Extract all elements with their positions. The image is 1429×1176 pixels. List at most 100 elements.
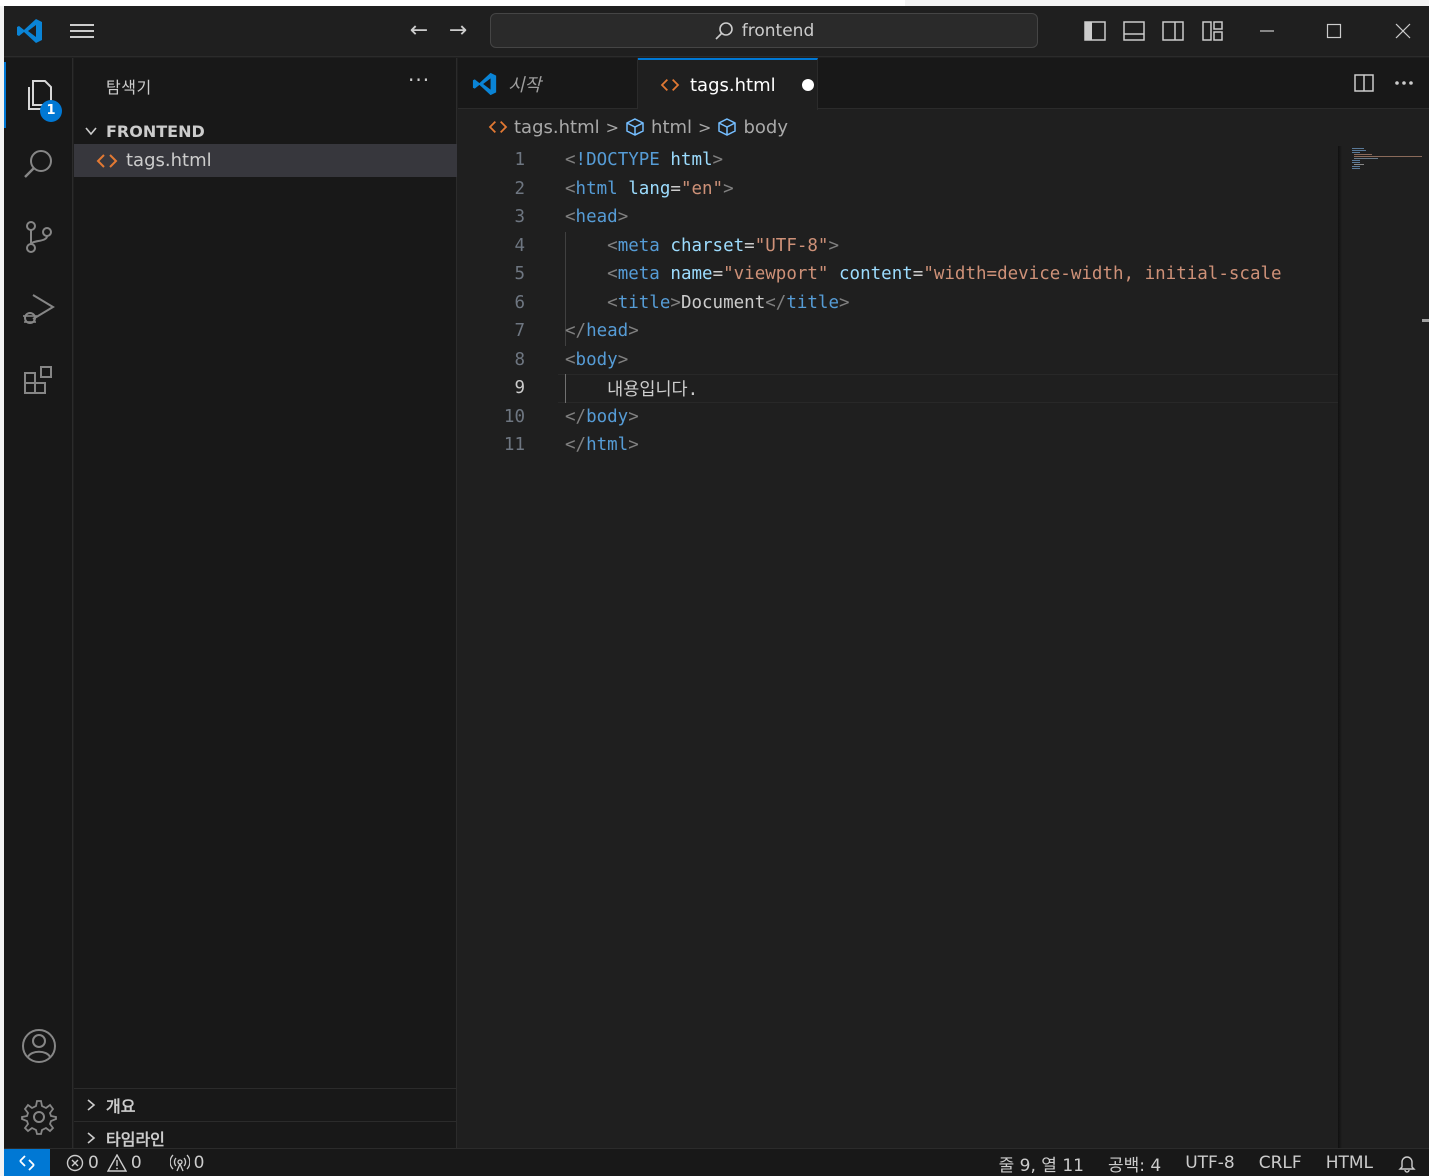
outline-section[interactable]: 개요 <box>74 1088 457 1121</box>
ports-count: 0 <box>193 1152 205 1173</box>
maximize-icon <box>1326 23 1342 39</box>
bell-icon[interactable] <box>1397 1153 1417 1173</box>
explorer-more-actions[interactable]: ··· <box>408 68 430 92</box>
minimap[interactable] <box>1344 146 1424 176</box>
token: 내용입니다. <box>607 379 699 400</box>
line-number: 6 <box>514 292 525 313</box>
code-line: 6 <title>Document</title> <box>458 289 1338 318</box>
token: Document <box>680 292 766 313</box>
menu-icon[interactable] <box>68 19 98 43</box>
problems-indicator[interactable]: 0 0 <box>66 1153 142 1173</box>
token: meta <box>617 235 660 256</box>
ports-indicator[interactable]: 0 <box>169 1152 205 1173</box>
gear-icon <box>20 1100 57 1135</box>
code-line: 3 <head> <box>458 203 1338 232</box>
end-of-line[interactable]: CRLF <box>1259 1153 1302 1173</box>
breadcrumb-html[interactable]: html <box>651 117 692 138</box>
code-line: 11 </html> <box>458 431 1338 460</box>
token: title <box>786 292 839 313</box>
source-control-icon <box>25 221 52 253</box>
element-cube-icon <box>718 118 737 136</box>
explorer-badge: 1 <box>40 100 62 122</box>
split-editor-icon[interactable] <box>1353 72 1375 94</box>
unsaved-dot-icon[interactable] <box>801 79 814 91</box>
tab-tags-html[interactable]: tags.html <box>638 58 818 110</box>
language-mode[interactable]: HTML <box>1326 1153 1373 1173</box>
search-icon <box>715 21 733 40</box>
cursor-position[interactable]: 줄 9, 열 11 <box>999 1151 1084 1176</box>
line-number: 8 <box>514 349 525 370</box>
activity-explorer[interactable]: 1 <box>4 62 73 128</box>
line-number: 4 <box>514 235 525 256</box>
code-line: 8 <body> <box>458 346 1338 375</box>
folder-frontend[interactable]: FRONTEND <box>74 116 457 146</box>
forward-arrow-icon[interactable]: → <box>445 18 471 44</box>
code-line: 7 </head> <box>458 317 1338 346</box>
line-number: 11 <box>503 435 525 456</box>
remote-indicator[interactable] <box>4 1148 50 1176</box>
breadcrumb-file[interactable]: tags.html <box>514 117 600 138</box>
active-indicator <box>4 62 6 128</box>
broadcast-icon <box>169 1154 190 1171</box>
activity-source-control[interactable] <box>4 204 73 270</box>
search-icon <box>23 150 52 178</box>
code-line: 5 <meta name="viewport" content="width=d… <box>458 260 1338 289</box>
chevron-right-icon <box>76 1090 106 1120</box>
activity-manage[interactable] <box>4 1084 73 1150</box>
vscode-logo-icon <box>17 19 42 43</box>
activity-accounts[interactable] <box>4 1013 73 1079</box>
token: name <box>670 264 713 285</box>
tab-bar: 시작 tags.html <box>458 58 1429 110</box>
activity-run-debug[interactable] <box>4 276 73 342</box>
token: content <box>839 264 913 285</box>
activity-extensions[interactable] <box>4 350 73 416</box>
error-count: 0 <box>88 1152 99 1173</box>
editor-group: 시작 tags.html tags.html > html > body 1 <… <box>458 58 1429 1148</box>
encoding[interactable]: UTF-8 <box>1185 1153 1235 1173</box>
back-arrow-icon[interactable]: ← <box>406 18 432 44</box>
code-line-current: 9 내용입니다. <box>458 374 1338 403</box>
line-number: 10 <box>503 406 525 427</box>
token: title <box>617 292 671 313</box>
breadcrumb: tags.html > html > body <box>488 114 788 140</box>
tab-welcome-label: 시작 <box>508 74 542 96</box>
token: body <box>586 406 629 427</box>
tab-welcome[interactable]: 시작 <box>458 58 638 109</box>
html-file-icon <box>660 79 680 91</box>
html-file-icon <box>488 121 508 133</box>
search-label: frontend <box>741 20 815 41</box>
token: body <box>575 349 618 370</box>
run-debug-icon <box>22 294 55 324</box>
editor-actions <box>1353 72 1415 94</box>
close-button[interactable] <box>1388 16 1418 46</box>
toggle-primary-sidebar-icon[interactable] <box>1082 18 1108 44</box>
explorer-title: 탐색기 <box>106 78 152 97</box>
activity-search[interactable] <box>4 132 73 198</box>
chevron-down-icon <box>76 116 106 146</box>
timeline-label: 타임라인 <box>106 1130 165 1149</box>
maximize-button[interactable] <box>1319 16 1349 46</box>
toggle-secondary-sidebar-icon[interactable] <box>1160 18 1186 44</box>
code-editor[interactable]: 1 <!DOCTYPE html> 2 <html lang="en"> 3 <… <box>458 146 1338 1146</box>
remote-icon <box>19 1154 35 1171</box>
breadcrumb-body[interactable]: body <box>743 117 788 138</box>
token: "viewport" <box>723 264 829 285</box>
file-tags-html[interactable]: tags.html <box>74 144 457 177</box>
line-number: 2 <box>514 178 525 199</box>
status-bar: 0 0 0 줄 9, 열 11 공백: 4 UTF-8 CRLF HTML <box>4 1148 1429 1176</box>
chevron-right-icon: > <box>698 117 712 137</box>
toggle-panel-icon[interactable] <box>1121 18 1147 44</box>
token: head <box>575 207 618 228</box>
line-number: 1 <box>514 150 525 171</box>
outline-label: 개요 <box>106 1097 136 1116</box>
title-bar: ← → frontend <box>4 6 1429 57</box>
command-center-search[interactable]: frontend <box>490 13 1038 48</box>
indentation[interactable]: 공백: 4 <box>1108 1151 1161 1176</box>
more-actions-icon[interactable] <box>1393 72 1415 94</box>
token: "width=device-width, initial-scale <box>923 264 1282 285</box>
activity-bar: 1 <box>4 58 73 1148</box>
customize-layout-icon[interactable] <box>1200 18 1226 44</box>
minimize-button[interactable] <box>1252 16 1282 46</box>
token: meta <box>617 264 660 285</box>
token: lang <box>628 178 671 199</box>
